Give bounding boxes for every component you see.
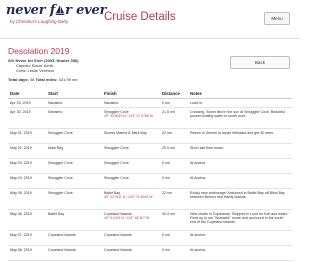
cell-start: Ballet Bay: [46, 209, 102, 231]
cell-finish: Stones Marina & Mark Bay: [102, 128, 160, 144]
logo-tagline: by Christina's Laughing Baby: [10, 19, 69, 24]
cell-start: Nanaimo: [46, 107, 102, 129]
table-row: May 03, 2019 Smuggler Cove Smuggler Cove…: [8, 158, 292, 174]
cell-finish: Smuggler Cove: [102, 158, 160, 174]
menu-button[interactable]: Menu: [264, 12, 290, 25]
cell-notes: At Anchor.: [188, 158, 292, 174]
cell-finish: Copeland Islands: [102, 245, 160, 261]
finish-name: Ballet Bay: [104, 190, 121, 195]
cruise-name: Desolation 2019: [8, 46, 70, 56]
crew: Crew: Leslie Vermeul: [16, 68, 54, 73]
cell-finish: Smuggler Cove: [102, 143, 160, 159]
cell-finish: Copeland Islands: [102, 230, 160, 246]
cell-distance: 20.9 nm: [160, 143, 188, 159]
cell-date: May 01, 2019: [8, 128, 46, 144]
table-header-row: Date Start Finish Distance Notes: [8, 88, 292, 99]
cell-notes: Return to Stones to repair Webasto and g…: [188, 128, 292, 144]
cell-date: May 08, 2019: [8, 245, 46, 261]
cell-notes: At Anchor.: [188, 173, 292, 189]
finish-coordinates: 49° 42.9111 N / 124° 10.6019 W: [104, 194, 153, 199]
cell-finish: Smuggler Cove 49° 30.8019 N / 123° 57.978…: [102, 107, 160, 129]
cell-notes: New charts in Copelands. Stopped in Lund…: [188, 209, 292, 231]
cell-start: Copeland Islands: [46, 245, 102, 261]
table-row: May 04, 2019 Smuggler Cove Smuggler Cove…: [8, 173, 292, 189]
cell-distance: 0 nm: [160, 173, 188, 189]
cell-start: Smuggler Cove: [46, 128, 102, 144]
table-row: May 08, 2019 Copeland Islands Copeland I…: [8, 245, 292, 261]
cell-distance: 0 nm: [160, 230, 188, 246]
column-header-distance: Distance: [160, 88, 188, 99]
total-miles-label: Total miles:: [35, 77, 58, 82]
total-days-label: Total days:: [8, 77, 29, 82]
table-row: May 06, 2019 Ballet Bay Copeland Islands…: [8, 209, 292, 231]
cell-notes: At anchor.: [188, 230, 292, 246]
column-header-date: Date: [8, 88, 46, 99]
table-row: May 07, 2019 Copeland Islands Copeland I…: [8, 230, 292, 246]
finish-coordinates: 49° 30.8019 N / 123° 57.9788 W: [104, 113, 153, 118]
cell-distance: 0 nm: [160, 245, 188, 261]
cell-finish: Copeland Islands 49° 5.1401 N / 124° 48.2…: [102, 209, 160, 231]
logo-wordmark: never fr ever: [6, 3, 107, 18]
table-row: May 02, 2019 Mark Bay Smuggler Cove 20.9…: [8, 143, 292, 159]
cell-start: Smuggler Cove: [46, 173, 102, 189]
cell-start: Smuggler Cove: [46, 158, 102, 174]
cell-start: Mark Bay: [46, 143, 102, 159]
cell-start: Nanaimo: [46, 98, 102, 108]
page-title: Cruise Details: [104, 11, 176, 23]
total-miles-value: 421.99 nm: [58, 77, 78, 82]
total-days-value: 38: [29, 77, 35, 82]
cell-start: Copeland Islands: [46, 230, 102, 246]
cell-distance: 30.4 nm: [160, 209, 188, 231]
table-row: May 01, 2019 Smuggler Cove Stones Marina…: [8, 128, 292, 144]
cell-notes: Load in.: [188, 98, 292, 108]
finish-name: Smuggler Cove: [104, 109, 129, 114]
cell-date: Apr 30, 2019: [8, 107, 46, 129]
never-for-ever-logo[interactable]: never fr ever by Christina's Laughing Ba…: [6, 3, 106, 35]
column-header-finish: Finish: [102, 88, 160, 99]
cell-distance: 21.5 nm: [160, 107, 188, 129]
cell-finish: Smuggler Cove: [102, 173, 160, 189]
cell-notes: Rocky new anchorage! Anchored in Ballet …: [188, 188, 292, 210]
cell-date: May 05, 2019: [8, 188, 46, 210]
cell-distance: 0 nm: [160, 158, 188, 174]
cell-notes: Short sail then motor.: [188, 143, 292, 159]
cell-distance: 0 nm: [160, 98, 188, 108]
column-header-start: Start: [46, 88, 102, 99]
cell-date: May 02, 2019: [8, 143, 46, 159]
cell-finish: Nanaimo: [102, 98, 160, 108]
cell-date: May 07, 2019: [8, 230, 46, 246]
sailboat-icon: [55, 5, 66, 15]
column-header-notes: Notes: [188, 88, 292, 99]
cruise-totals: Total days: 38 Total miles: 421.99 nm: [8, 77, 78, 82]
finish-coordinates: 49° 5.1401 N / 124° 48.267 W: [104, 215, 150, 220]
cell-finish: Ballet Bay 49° 42.9111 N / 124° 10.6019 W: [102, 188, 160, 210]
table-row: May 05, 2019 Smuggler Cove Ballet Bay 49°…: [8, 188, 292, 210]
cell-distance: 22 nm: [160, 188, 188, 210]
boat-info: S/V Never for Ever (2003, Hunter 356) Ca…: [8, 58, 78, 73]
cell-date: May 04, 2019: [8, 173, 46, 189]
finish-name: Copeland Islands: [104, 211, 132, 216]
cell-start: Smuggler Cove: [46, 188, 102, 210]
cell-date: May 06, 2019: [8, 209, 46, 231]
app-header: never fr ever by Christina's Laughing Ba…: [0, 0, 300, 39]
cell-distance: 22 nm: [160, 128, 188, 144]
cell-date: May 03, 2019: [8, 158, 46, 174]
back-button[interactable]: Back: [230, 56, 290, 69]
cell-notes: At anchor.: [188, 245, 292, 261]
table-row: Apr 30, 2019 Nanaimo Smuggler Cove 49° 30…: [8, 107, 292, 129]
cruise-log-table: Date Start Finish Distance Notes Apr 25,…: [8, 88, 292, 261]
cell-date: Apr 25, 2019: [8, 98, 46, 108]
cell-notes: Crossing. Storm tied in the sun at Smugg…: [188, 107, 292, 129]
table-row: Apr 25, 2019 Nanaimo Nanaimo 0 nm Load i…: [8, 98, 292, 108]
